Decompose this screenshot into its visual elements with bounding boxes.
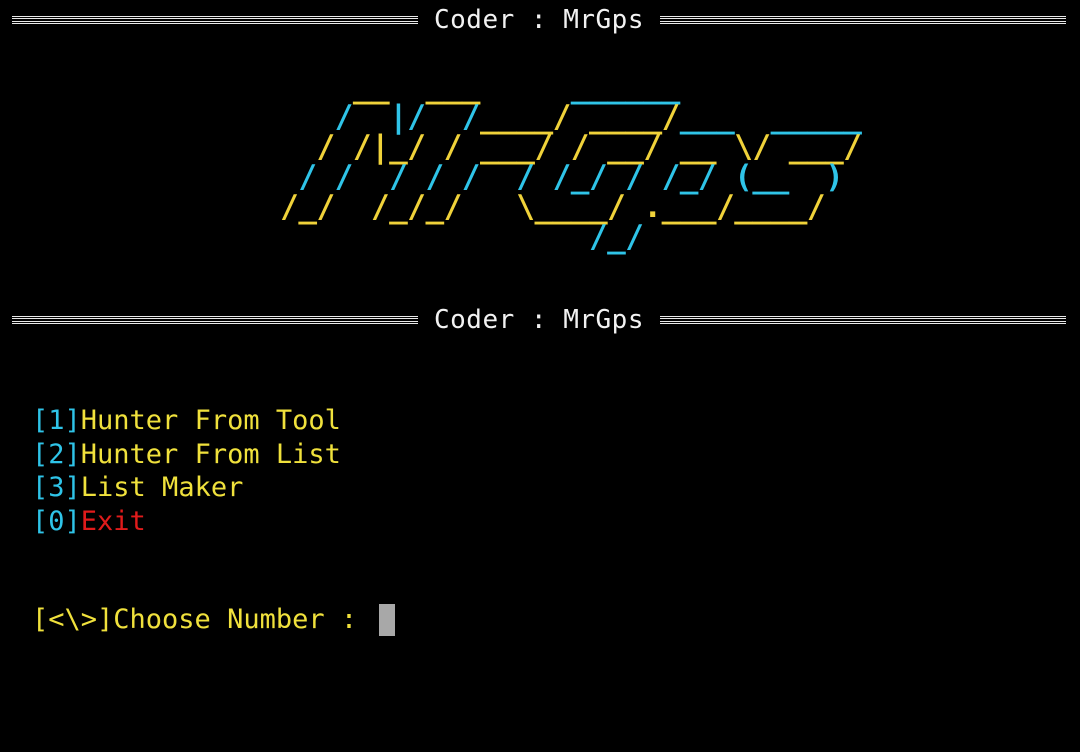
logo-line-3: / /|_/ / ___/ / __/ __ \/ ___/ [262,129,862,165]
menu-item-list-maker[interactable]: [3]List Maker [32,471,341,505]
terminal-cursor[interactable] [379,604,396,636]
main-menu: [1]Hunter From Tool [2]Hunter From List … [32,404,341,538]
menu-key: [2] [32,438,81,470]
banner-title: Coder : MrGps [434,5,644,35]
banner-rule-left [12,16,418,24]
banner-rule-right [660,16,1066,24]
banner-rule-left [12,316,418,324]
menu-label: Hunter From List [80,438,341,470]
menu-label: Hunter From Tool [80,405,341,436]
logo-line-2: / |/ /____/ ____/___ _____ [262,99,862,135]
logo-line-4: / / / / / / /_/ / /_/ (__ ) [262,159,844,195]
menu-key: [1] [32,405,81,436]
banner-rule-right [660,316,1066,324]
ascii-logo: __ ___ ______ / |/ /____/ ____/___ _____… [262,69,862,255]
banner-title: Coder : MrGps [434,305,644,335]
menu-item-hunter-from-tool[interactable]: [1]Hunter From Tool [32,404,341,438]
menu-key: [3] [32,472,81,503]
menu-item-exit[interactable]: [0]Exit [32,505,341,539]
footer-banner: Coder : MrGps [12,300,1066,340]
menu-item-hunter-from-list[interactable]: [2]Hunter From List [32,438,341,472]
logo-line-6: /_/ [262,219,644,255]
logo-line-5: /_/ /_/_/ \____/ .___/____/ [262,189,826,225]
menu-key: [0] [32,505,81,537]
prompt-text: Choose Number : [113,604,374,635]
logo-line-1: __ ___ ______ [262,69,680,105]
menu-label: Exit [80,505,146,537]
prompt-marker: [<\>] [32,604,114,635]
header-banner: Coder : MrGps [12,0,1066,40]
choose-number-prompt: [<\>] Choose Number : [32,603,396,637]
menu-label: List Maker [80,472,244,503]
